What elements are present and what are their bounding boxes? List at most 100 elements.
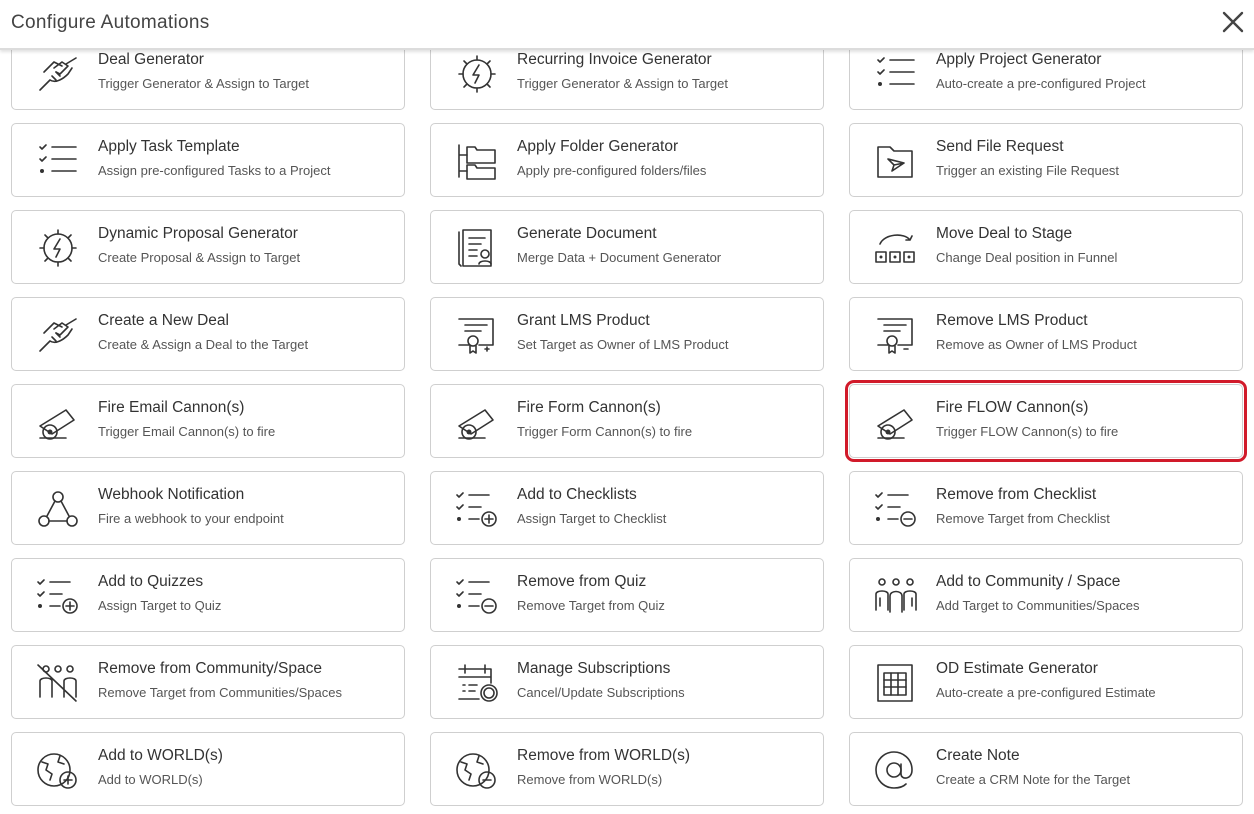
automation-card-dynamic-proposal-generator[interactable]: Dynamic Proposal Generator Create Proposa… [11, 210, 405, 284]
handshake-icon [36, 315, 80, 355]
card-subtitle: Add Target to Communities/Spaces [936, 598, 1140, 613]
community-icon [874, 576, 918, 616]
card-subtitle: Apply pre-configured folders/files [517, 163, 707, 178]
globe-plus-icon [36, 750, 80, 790]
automation-card-move-deal-to-stage[interactable]: Move Deal to Stage Change Deal position i… [849, 210, 1243, 284]
card-title: Add to Quizzes [98, 573, 204, 590]
automation-card-remove-from-world-s[interactable]: Remove from WORLD(s) Remove from WORLD(s) [430, 732, 824, 806]
document-icon [455, 228, 499, 268]
card-title: Apply Folder Generator [517, 138, 679, 155]
automation-card-od-estimate-generator[interactable]: OD Estimate Generator Auto-create a pre-c… [849, 645, 1243, 719]
card-title: Apply Project Generator [936, 51, 1102, 68]
automation-grid: Deal Generator Trigger Generator & Assign… [0, 0, 1254, 814]
cannon-icon [874, 402, 918, 442]
card-title: Remove from Community/Space [98, 660, 322, 677]
card-subtitle: Trigger an existing File Request [936, 163, 1120, 178]
card-subtitle: Trigger Form Cannon(s) to fire [517, 424, 693, 439]
card-subtitle: Auto-create a pre-configured Estimate [936, 685, 1156, 700]
card-subtitle: Add to WORLD(s) [98, 772, 203, 787]
card-subtitle: Remove Target from Checklist [936, 511, 1110, 526]
card-title: Remove from Checklist [936, 486, 1097, 503]
automation-card-create-a-new-deal[interactable]: Create a New Deal Create & Assign a Deal … [11, 297, 405, 371]
gear-lightning-icon [455, 54, 499, 94]
close-button[interactable] [1218, 7, 1248, 37]
card-subtitle: Change Deal position in Funnel [936, 250, 1118, 265]
card-title: Apply Task Template [98, 138, 240, 155]
automation-card-add-to-community-space[interactable]: Add to Community / Space Add Target to Co… [849, 558, 1243, 632]
automation-card-remove-from-quiz[interactable]: Remove from Quiz Remove Target from Quiz [430, 558, 824, 632]
cannon-icon [36, 402, 80, 442]
automation-card-remove-from-community-space[interactable]: Remove from Community/Space Remove Target… [11, 645, 405, 719]
card-title: Deal Generator [98, 51, 204, 68]
folder-tree-icon [455, 141, 499, 181]
card-title: Send File Request [936, 138, 1064, 155]
card-title: Recurring Invoice Generator [517, 51, 712, 68]
checklist-plus-icon [455, 489, 499, 529]
card-title: Fire FLOW Cannon(s) [936, 399, 1089, 416]
card-subtitle: Remove Target from Quiz [517, 598, 665, 613]
automation-card-add-to-quizzes[interactable]: Add to Quizzes Assign Target to Quiz [11, 558, 405, 632]
close-icon [1222, 11, 1244, 33]
card-title: Remove from Quiz [517, 573, 647, 590]
cannon-icon [455, 402, 499, 442]
calendar-gear-icon [455, 663, 499, 703]
card-subtitle: Create Proposal & Assign to Target [98, 250, 301, 265]
card-title: Dynamic Proposal Generator [98, 225, 298, 242]
card-title: Add to Checklists [517, 486, 637, 503]
checklist-icon [874, 54, 918, 94]
automation-card-fire-email-cannon-s[interactable]: Fire Email Cannon(s) Trigger Email Cannon… [11, 384, 405, 458]
card-title: Remove LMS Product [936, 312, 1088, 329]
move-stage-icon [874, 228, 918, 268]
automation-card-create-note[interactable]: Create Note Create a CRM Note for the Tar… [849, 732, 1243, 806]
certificate-minus-icon [874, 315, 918, 355]
card-title: Grant LMS Product [517, 312, 650, 329]
handshake-icon [36, 54, 80, 94]
checklist-plus-icon [36, 576, 80, 616]
card-title: Create Note [936, 747, 1020, 764]
card-title: Generate Document [517, 225, 657, 242]
automation-card-add-to-checklists[interactable]: Add to Checklists Assign Target to Checkl… [430, 471, 824, 545]
automation-card-webhook-notification[interactable]: Webhook Notification Fire a webhook to yo… [11, 471, 405, 545]
automation-card-manage-subscriptions[interactable]: Manage Subscriptions Cancel/Update Subscr… [430, 645, 824, 719]
card-subtitle: Remove from WORLD(s) [517, 772, 663, 787]
automation-card-fire-flow-cannon-s[interactable]: Fire FLOW Cannon(s) Trigger FLOW Cannon(s… [845, 380, 1247, 462]
card-title: Add to Community / Space [936, 573, 1121, 590]
card-subtitle: Create a CRM Note for the Target [936, 772, 1131, 787]
modal-title: Configure Automations [11, 12, 210, 33]
automation-card-add-to-world-s[interactable]: Add to WORLD(s) Add to WORLD(s) [11, 732, 405, 806]
automation-card-grant-lms-product[interactable]: Grant LMS Product Set Target as Owner of … [430, 297, 824, 371]
checklist-icon [36, 141, 80, 181]
card-subtitle: Trigger Email Cannon(s) to fire [98, 424, 276, 439]
card-title: Fire Email Cannon(s) [98, 399, 245, 416]
folder-send-icon [874, 141, 918, 181]
card-title: Remove from WORLD(s) [517, 747, 691, 764]
card-subtitle: Set Target as Owner of LMS Product [517, 337, 729, 352]
automation-card-apply-task-template[interactable]: Apply Task Template Assign pre-configured… [11, 123, 405, 197]
at-sign-icon [874, 750, 918, 790]
card-subtitle: Merge Data + Document Generator [517, 250, 722, 265]
automation-card-apply-folder-generator[interactable]: Apply Folder Generator Apply pre-configur… [430, 123, 824, 197]
card-subtitle: Fire a webhook to your endpoint [98, 511, 284, 526]
card-subtitle: Create & Assign a Deal to the Target [98, 337, 309, 352]
card-subtitle: Auto-create a pre-configured Project [936, 76, 1146, 91]
automation-card-fire-form-cannon-s[interactable]: Fire Form Cannon(s) Trigger Form Cannon(s… [430, 384, 824, 458]
card-subtitle: Remove Target from Communities/Spaces [98, 685, 342, 700]
card-title: Move Deal to Stage [936, 225, 1073, 242]
automation-card-remove-from-checklist[interactable]: Remove from Checklist Remove Target from … [849, 471, 1243, 545]
estimate-sheet-icon [874, 663, 918, 703]
automation-card-remove-lms-product[interactable]: Remove LMS Product Remove as Owner of LMS… [849, 297, 1243, 371]
card-subtitle: Trigger FLOW Cannon(s) to fire [936, 424, 1119, 439]
modal-header: Configure Automations [0, 0, 1254, 50]
card-title: OD Estimate Generator [936, 660, 1098, 677]
checklist-minus-icon [874, 489, 918, 529]
card-title: Add to WORLD(s) [98, 747, 223, 764]
community-remove-icon [36, 663, 80, 703]
card-subtitle: Assign Target to Quiz [98, 598, 222, 613]
card-title: Create a New Deal [98, 312, 229, 329]
card-subtitle: Remove as Owner of LMS Product [936, 337, 1137, 352]
automation-card-generate-document[interactable]: Generate Document Merge Data + Document G… [430, 210, 824, 284]
webhook-icon [36, 489, 80, 529]
checklist-minus-icon [455, 576, 499, 616]
automation-card-send-file-request[interactable]: Send File Request Trigger an existing Fil… [849, 123, 1243, 197]
card-subtitle: Trigger Generator & Assign to Target [98, 76, 309, 91]
